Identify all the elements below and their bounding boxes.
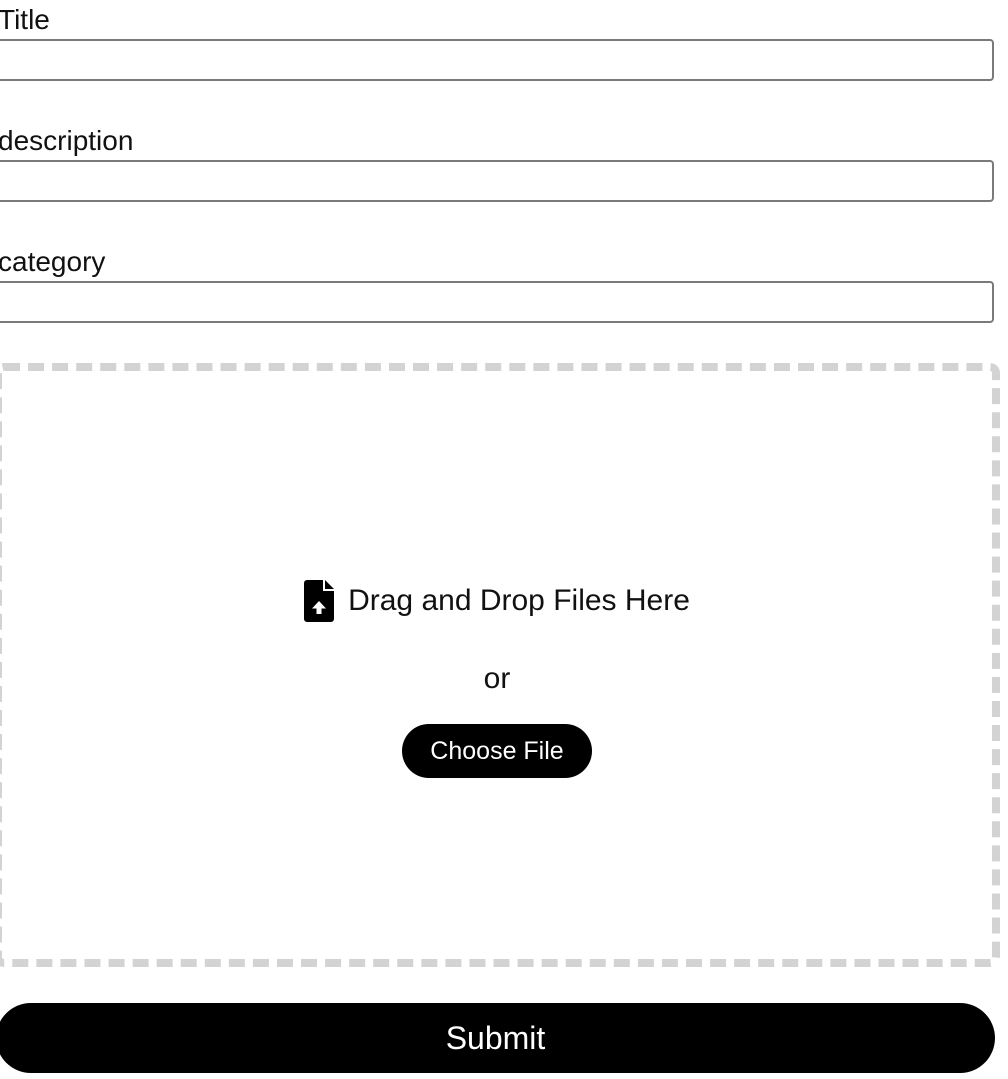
title-label: Title — [0, 4, 50, 35]
category-label: category — [0, 246, 106, 277]
submit-button[interactable]: Submit — [0, 1003, 995, 1073]
or-separator: or — [483, 662, 511, 695]
category-input[interactable] — [0, 281, 994, 323]
drop-prompt: Drag and Drop Files Here — [2, 580, 992, 622]
upload-form: Title description category Drag and Drop… — [0, 0, 1008, 1079]
file-dropzone[interactable]: Drag and Drop Files Here or Choose File — [0, 363, 1000, 967]
choose-file-button[interactable]: Choose File — [402, 724, 592, 778]
title-input[interactable] — [0, 39, 994, 81]
description-label: description — [0, 125, 134, 156]
description-input[interactable] — [0, 160, 994, 202]
drop-instructions: Drag and Drop Files Here — [348, 584, 690, 617]
file-upload-icon — [304, 580, 336, 622]
